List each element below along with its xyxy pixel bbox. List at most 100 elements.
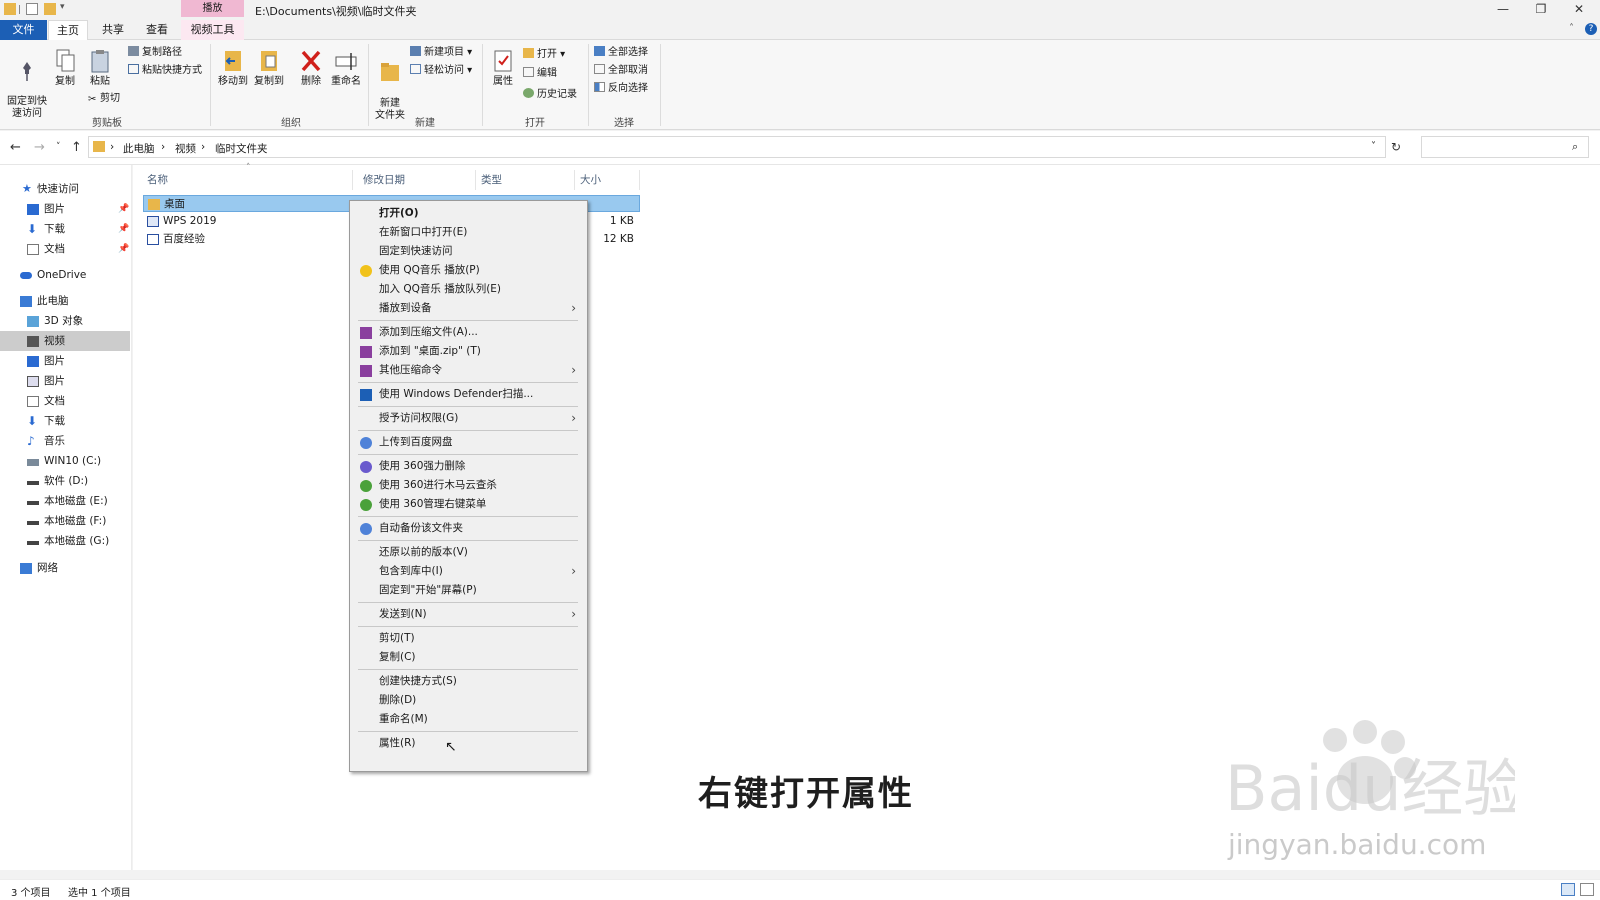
- nav-item-drive-g[interactable]: 本地磁盘 (G:): [0, 531, 130, 551]
- context-menu-item[interactable]: 自动备份该文件夹: [351, 519, 586, 538]
- tab-file[interactable]: 文件: [0, 20, 47, 40]
- pin-to-quick-access-button[interactable]: 固定到快 速访问: [4, 48, 50, 120]
- nav-item-pictures[interactable]: 图片: [0, 351, 130, 371]
- open-button[interactable]: 打开 ▾: [523, 48, 565, 62]
- context-menu-item[interactable]: 固定到"开始"屏幕(P): [351, 581, 586, 600]
- history-button[interactable]: 历史记录: [523, 88, 577, 102]
- new-folder-button[interactable]: 新建 文件夹: [373, 48, 407, 122]
- select-none-button[interactable]: 全部取消: [594, 64, 648, 78]
- context-menu-item[interactable]: 使用 360强力删除: [351, 457, 586, 476]
- context-menu-item[interactable]: 使用 Windows Defender扫描...: [351, 385, 586, 404]
- paste-button[interactable]: 粘贴: [87, 48, 113, 88]
- context-menu-item[interactable]: 上传到百度网盘: [351, 433, 586, 452]
- large-icons-view-icon[interactable]: [1580, 883, 1594, 896]
- context-menu-item[interactable]: 在新窗口中打开(E): [351, 223, 586, 242]
- context-menu-item[interactable]: 使用 360进行木马云查杀: [351, 476, 586, 495]
- context-menu-item[interactable]: 剪切(T): [351, 629, 586, 648]
- tab-video-tools[interactable]: 视频工具: [181, 20, 244, 40]
- context-menu-item[interactable]: 授予访问权限(G) ›: [351, 409, 586, 428]
- context-menu-item[interactable]: 其他压缩命令 ›: [351, 361, 586, 380]
- address-dropdown-icon[interactable]: ˅: [1371, 141, 1376, 152]
- breadcrumb-videos[interactable]: 视频: [175, 141, 196, 156]
- nav-item-documents-pinned[interactable]: 文档 📌: [0, 239, 130, 259]
- breadcrumb-separator[interactable]: ›: [110, 141, 114, 153]
- tab-share[interactable]: 共享: [94, 20, 132, 40]
- nav-item-drive-c[interactable]: WIN10 (C:): [0, 451, 130, 471]
- help-icon[interactable]: ?: [1585, 23, 1597, 35]
- context-menu-item[interactable]: 加入 QQ音乐 播放队列(E): [351, 280, 586, 299]
- context-menu-item[interactable]: 属性(R): [351, 734, 586, 753]
- properties-quick-access-icon[interactable]: [26, 3, 38, 15]
- column-header-name[interactable]: 名称: [143, 170, 353, 190]
- copy-button[interactable]: 复制: [52, 48, 78, 88]
- context-menu-item[interactable]: 复制(C): [351, 648, 586, 667]
- breadcrumb-this-pc[interactable]: 此电脑: [123, 141, 155, 156]
- video-caption: 右键打开属性: [698, 774, 914, 814]
- minimize-button[interactable]: —: [1493, 2, 1513, 16]
- nav-item-this-pc[interactable]: 此电脑: [0, 291, 130, 311]
- refresh-icon[interactable]: ↻: [1391, 140, 1401, 154]
- nav-item-3d-objects[interactable]: 3D 对象: [0, 311, 130, 331]
- context-menu-item[interactable]: 重命名(M): [351, 710, 586, 729]
- nav-item-pictures-pinned[interactable]: 图片 📌: [0, 199, 130, 219]
- nav-item-onedrive[interactable]: OneDrive: [0, 265, 130, 285]
- cut-button[interactable]: ✂ 剪切: [88, 92, 120, 106]
- forward-arrow-icon[interactable]: →: [34, 140, 45, 155]
- new-folder-quick-access-icon[interactable]: [44, 3, 56, 15]
- collapse-ribbon-icon[interactable]: ˄: [1569, 23, 1574, 34]
- nav-item-music[interactable]: ♪ 音乐: [0, 431, 130, 451]
- new-item-button[interactable]: 新建项目 ▾: [410, 46, 472, 60]
- column-header-size[interactable]: 大小: [576, 170, 640, 190]
- column-header-type[interactable]: 类型: [477, 170, 575, 190]
- properties-button[interactable]: 属性: [489, 48, 517, 88]
- copy-path-button[interactable]: 复制路径: [128, 46, 182, 60]
- address-bar[interactable]: › 此电脑 › 视频 › 临时文件夹 ˅: [88, 136, 1386, 158]
- context-menu-item[interactable]: 添加到压缩文件(A)...: [351, 323, 586, 342]
- context-menu-item[interactable]: 删除(D): [351, 691, 586, 710]
- paste-shortcut-button[interactable]: 粘贴快捷方式: [128, 64, 202, 78]
- nav-item-videos[interactable]: 视频: [0, 331, 130, 351]
- easy-access-button[interactable]: 轻松访问 ▾: [410, 64, 472, 78]
- rename-button[interactable]: 重命名: [329, 48, 363, 88]
- nav-item-drive-f[interactable]: 本地磁盘 (F:): [0, 511, 130, 531]
- recent-locations-icon[interactable]: ˅: [56, 142, 61, 152]
- customize-quick-access-icon[interactable]: ▾: [60, 2, 70, 14]
- nav-item-drive-d[interactable]: 软件 (D:): [0, 471, 130, 491]
- breadcrumb-separator[interactable]: ›: [201, 141, 205, 153]
- context-menu-item[interactable]: 还原以前的版本(V): [351, 543, 586, 562]
- nav-item-quick-access[interactable]: ★ 快速访问: [0, 179, 130, 199]
- column-header-modified[interactable]: 修改日期: [359, 170, 476, 190]
- delete-button[interactable]: 删除: [298, 48, 324, 88]
- back-arrow-icon[interactable]: ←: [10, 140, 21, 155]
- context-menu-item[interactable]: 使用 360管理右键菜单: [351, 495, 586, 514]
- nav-item-images[interactable]: 图片: [0, 371, 130, 391]
- nav-item-downloads-pinned[interactable]: ⬇ 下载 📌: [0, 219, 130, 239]
- breadcrumb-temp-folder[interactable]: 临时文件夹: [215, 141, 268, 156]
- context-menu-item[interactable]: 添加到 "桌面.zip" (T): [351, 342, 586, 361]
- context-menu-item[interactable]: 创建快捷方式(S): [351, 672, 586, 691]
- context-menu-item[interactable]: 包含到库中(I) ›: [351, 562, 586, 581]
- invert-selection-button[interactable]: 反向选择: [594, 82, 648, 96]
- nav-item-documents[interactable]: 文档: [0, 391, 130, 411]
- move-to-button[interactable]: 移动到: [217, 48, 249, 88]
- tab-home[interactable]: 主页: [48, 20, 88, 40]
- context-menu-item[interactable]: 打开(O): [351, 204, 586, 223]
- edit-button[interactable]: 编辑: [523, 67, 557, 81]
- breadcrumb-separator[interactable]: ›: [161, 141, 165, 153]
- close-button[interactable]: ✕: [1569, 2, 1589, 16]
- details-view-icon[interactable]: [1561, 883, 1575, 896]
- submenu-arrow-icon: ›: [571, 301, 576, 315]
- search-input[interactable]: ⌕: [1421, 136, 1589, 158]
- nav-item-network[interactable]: 网络: [0, 558, 130, 578]
- context-menu-item[interactable]: 固定到快速访问: [351, 242, 586, 261]
- tab-view[interactable]: 查看: [138, 20, 176, 40]
- copy-to-button[interactable]: 复制到: [253, 48, 285, 88]
- nav-item-drive-e[interactable]: 本地磁盘 (E:): [0, 491, 130, 511]
- context-menu-item[interactable]: 播放到设备 ›: [351, 299, 586, 318]
- up-arrow-icon[interactable]: ↑: [71, 140, 82, 155]
- nav-item-downloads[interactable]: ⬇ 下载: [0, 411, 130, 431]
- maximize-button[interactable]: ❐: [1531, 2, 1551, 16]
- select-all-button[interactable]: 全部选择: [594, 46, 648, 60]
- context-menu-item[interactable]: 发送到(N) ›: [351, 605, 586, 624]
- context-menu-item[interactable]: 使用 QQ音乐 播放(P): [351, 261, 586, 280]
